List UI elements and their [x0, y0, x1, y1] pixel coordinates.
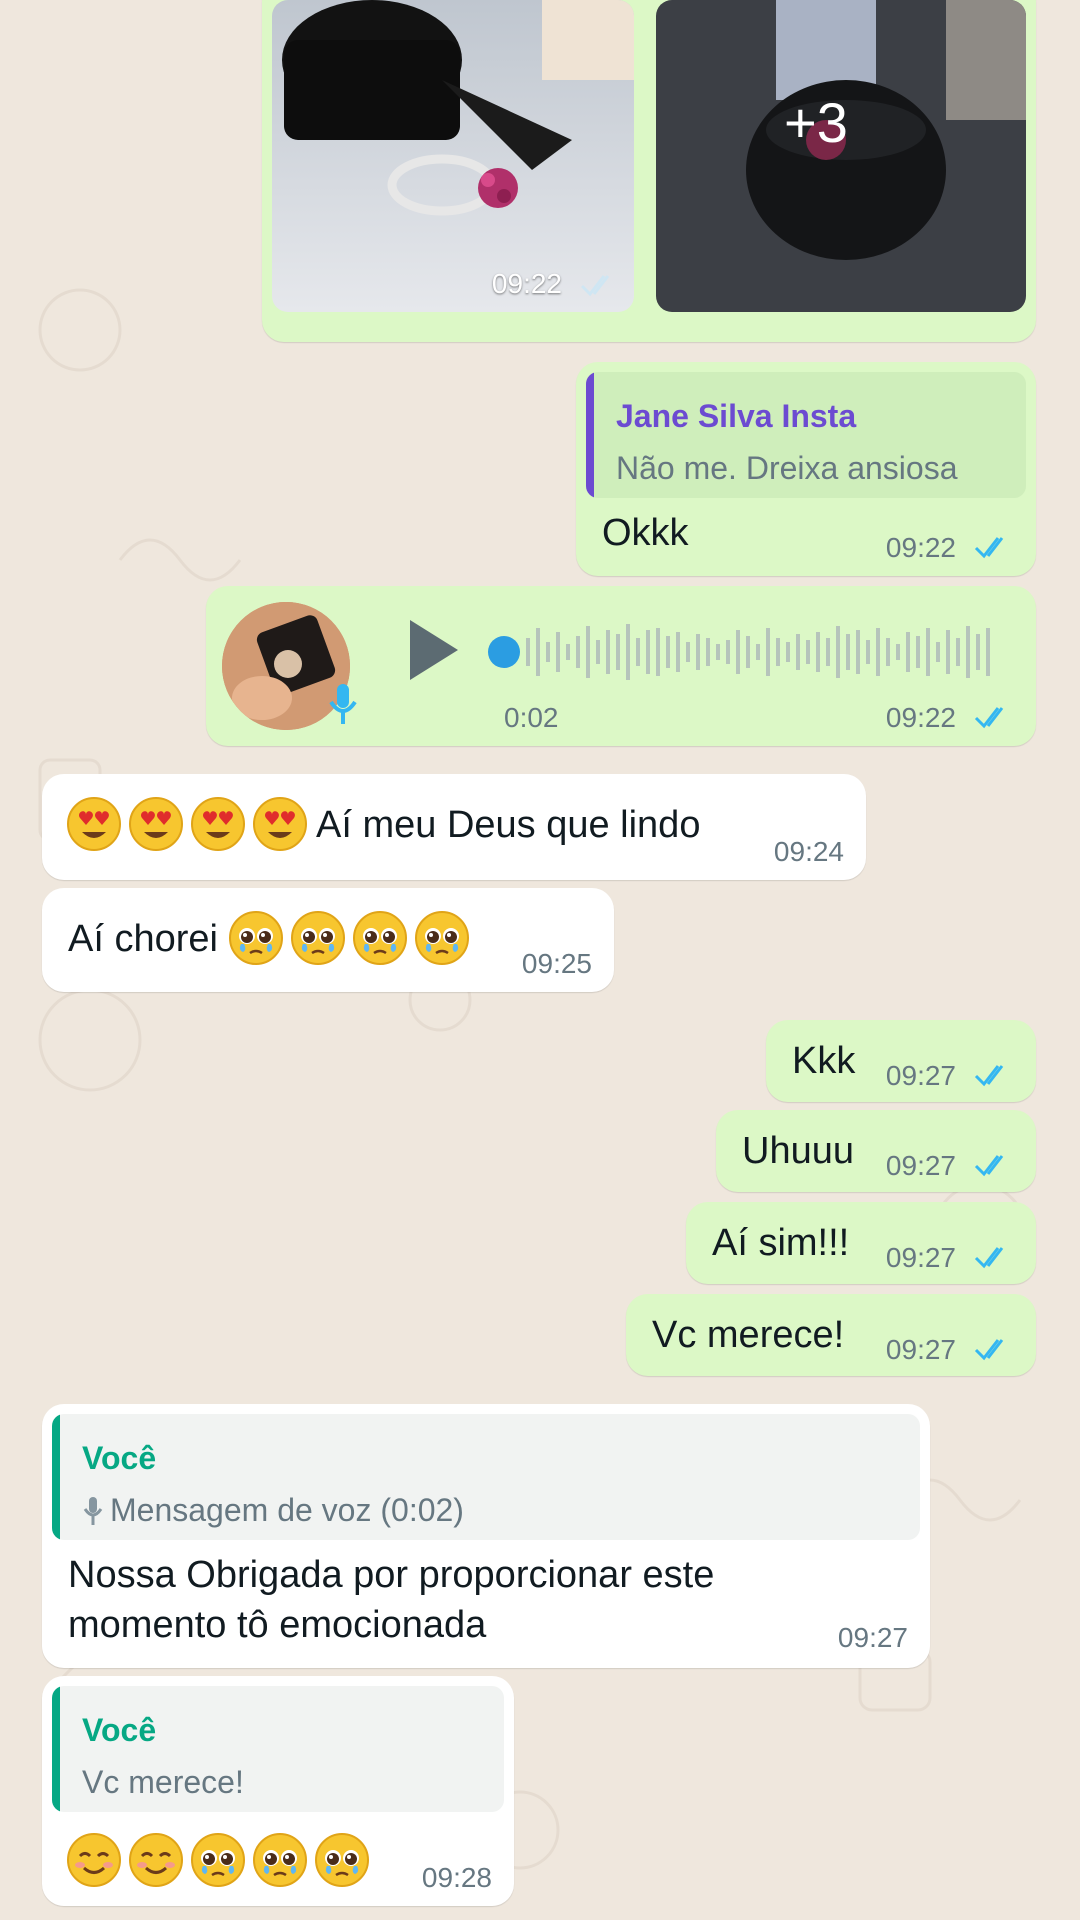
photo-time: 09:22	[491, 268, 562, 299]
read-ticks-icon	[974, 1339, 1004, 1361]
message-ai-sim-bubble[interactable]: Aí sim!!! 09:27	[686, 1202, 1036, 1284]
quoted-message[interactable]: Jane Silva Insta Não me. Dreixa ansiosa	[586, 372, 1026, 498]
message-time: 09:25	[521, 948, 592, 979]
message-text-line-1: Nossa Obrigada por proporcionar este	[68, 1554, 715, 1596]
quote-text: Não me. Dreixa ansiosa	[616, 450, 958, 486]
reply-obrigada-bubble[interactable]: Você Mensagem de voz (0:02) Nossa Obriga…	[42, 1404, 930, 1668]
pleading-emoji	[291, 911, 345, 965]
message-kkk-bubble[interactable]: Kkk 09:27	[766, 1020, 1036, 1102]
quote-author: Jane Silva Insta	[616, 398, 857, 434]
heart-eyes-emoji	[253, 797, 307, 851]
playback-slider[interactable]	[486, 620, 1016, 684]
pleading-emoji-group	[228, 910, 478, 970]
heart-eyes-emoji	[67, 797, 121, 851]
message-time: 09:27	[837, 1622, 908, 1653]
smiling-emoji	[67, 1833, 121, 1887]
message-time: 09:27	[885, 1334, 956, 1365]
voice-duration: 0:02	[504, 702, 559, 733]
pleading-emoji	[315, 1833, 369, 1887]
reply-emoji-bubble[interactable]: Você Vc merece! 09:28	[42, 1676, 514, 1906]
reaction-emoji-group	[66, 1832, 386, 1892]
read-ticks-icon	[974, 1155, 1004, 1177]
message-vc-merece-bubble[interactable]: Vc merece! 09:27	[626, 1294, 1036, 1376]
mic-icon	[329, 684, 357, 724]
quoted-message[interactable]: Você Mensagem de voz (0:02)	[52, 1414, 920, 1540]
message-time: 09:22	[885, 702, 956, 733]
read-ticks-icon	[974, 1065, 1004, 1087]
read-ticks-icon	[580, 275, 610, 297]
message-time: 09:28	[421, 1862, 492, 1893]
mic-icon	[83, 1497, 103, 1525]
message-chorei-bubble[interactable]: Aí chorei 09:25	[42, 888, 614, 992]
message-uhuuu-bubble[interactable]: Uhuuu 09:27	[716, 1110, 1036, 1192]
heart-eyes-emoji-group	[66, 796, 316, 856]
quote-text: Vc merece!	[82, 1764, 244, 1800]
pleading-emoji	[253, 1833, 307, 1887]
message-text: Aí chorei	[68, 918, 218, 960]
heart-eyes-emoji	[129, 797, 183, 851]
message-text: Vc merece!	[652, 1314, 845, 1356]
message-time: 09:27	[885, 1150, 956, 1181]
more-photos-count: +3	[784, 91, 848, 154]
smiling-emoji	[129, 1833, 183, 1887]
quote-author: Você	[82, 1712, 157, 1748]
message-text-line-2: momento tô emocionada	[68, 1604, 487, 1646]
message-time: 09:22	[885, 532, 956, 563]
message-text: Okkk	[602, 512, 689, 554]
message-time: 09:27	[885, 1242, 956, 1273]
pleading-emoji	[229, 911, 283, 965]
message-text: Aí sim!!!	[712, 1222, 850, 1264]
photo-ring-2[interactable]: +3	[656, 0, 1026, 312]
pleading-emoji	[353, 911, 407, 965]
message-text: Aí meu Deus que lindo	[316, 804, 701, 846]
message-time: 09:24	[773, 836, 844, 867]
read-ticks-icon	[974, 707, 1004, 729]
pleading-emoji	[415, 911, 469, 965]
read-ticks-icon	[974, 537, 1004, 559]
quote-author: Você	[82, 1440, 157, 1476]
reply-okkk-bubble[interactable]: Jane Silva Insta Não me. Dreixa ansiosa …	[576, 362, 1036, 576]
message-time: 09:27	[885, 1060, 956, 1091]
quote-text: Mensagem de voz (0:02)	[110, 1492, 464, 1528]
heart-eyes-emoji	[191, 797, 245, 851]
photo-ring-1[interactable]: 09:22	[272, 0, 634, 312]
message-text: Kkk	[792, 1040, 856, 1082]
read-ticks-icon	[974, 1247, 1004, 1269]
voice-message-bubble[interactable]: 0:02 09:22	[206, 586, 1036, 746]
play-icon[interactable]	[406, 618, 462, 682]
photo-album-bubble[interactable]: 09:22 +3	[262, 0, 1036, 342]
message-lindo-bubble[interactable]: Aí meu Deus que lindo 09:24	[42, 774, 866, 880]
quoted-message[interactable]: Você Vc merece!	[52, 1686, 504, 1812]
pleading-emoji	[191, 1833, 245, 1887]
message-text: Uhuuu	[742, 1130, 854, 1172]
